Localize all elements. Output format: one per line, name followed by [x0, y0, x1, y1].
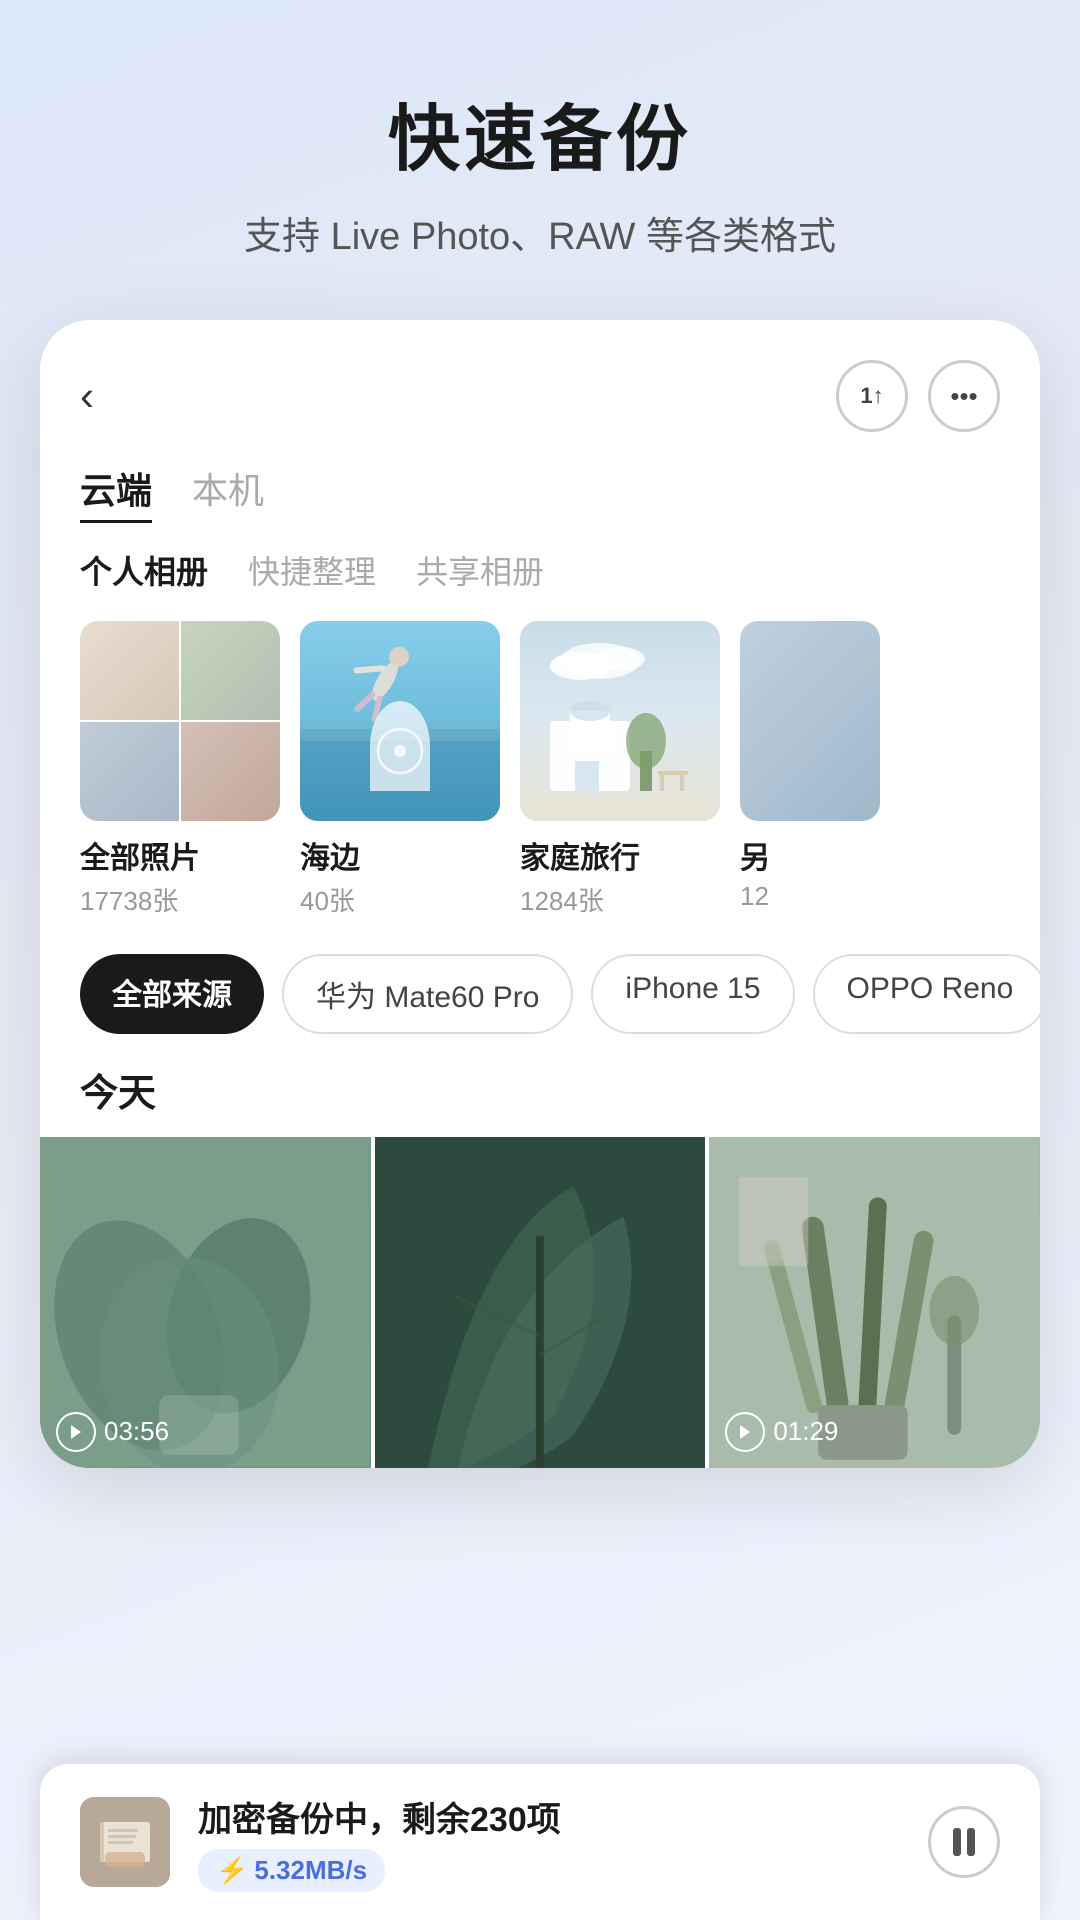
album-count-beach: 40张: [300, 881, 500, 918]
subtab-quick[interactable]: 快捷整理: [248, 547, 376, 593]
album-name-fourth: 另: [740, 833, 880, 877]
phone-card: ‹ 1↑ ••• 云端 本机 个人相册 快捷整理 共享相册: [40, 320, 1040, 1468]
albums-scroll: 全部照片 17738张: [40, 621, 1040, 934]
tab-cloud[interactable]: 云端: [80, 462, 152, 523]
grid-cell-4: [181, 722, 280, 821]
photo-svg-2: [375, 1137, 706, 1468]
chip-huawei[interactable]: 华为 Mate60 Pro: [282, 954, 573, 1034]
more-icon: •••: [950, 381, 977, 412]
chip-oppo[interactable]: OPPO Reno: [813, 954, 1040, 1034]
speed-value: 5.32MB/s: [254, 1855, 367, 1886]
header-section: 快速备份 支持 Live Photo、RAW 等各类格式: [0, 0, 1080, 300]
backup-title: 加密备份中，剩余230项: [198, 1792, 900, 1841]
video-duration-3: 01:29: [773, 1416, 838, 1447]
lightning-icon: ⚡: [216, 1855, 248, 1886]
play-icon-3: [738, 1424, 752, 1440]
album-travel[interactable]: 家庭旅行 1284张: [520, 621, 720, 918]
beach-svg: [300, 621, 500, 821]
album-beach[interactable]: 海边 40张: [300, 621, 500, 918]
main-tabs: 云端 本机: [40, 462, 1040, 547]
play-icon-1: [69, 1424, 83, 1440]
sort-button[interactable]: 1↑: [836, 360, 908, 432]
video-duration-1: 03:56: [104, 1416, 169, 1447]
play-button-3[interactable]: [725, 1412, 765, 1452]
photo-cell-2[interactable]: [375, 1137, 706, 1468]
pause-icon: [952, 1830, 976, 1854]
album-fourth-thumb: [740, 621, 880, 821]
tab-local[interactable]: 本机: [192, 462, 264, 523]
album-all-photos[interactable]: 全部照片 17738张: [80, 621, 280, 918]
backup-bar: 加密备份中，剩余230项 ⚡ 5.32MB/s: [40, 1764, 1040, 1920]
photo-grid: 03:56: [40, 1137, 1040, 1468]
album-count-all: 17738张: [80, 881, 280, 918]
subtab-personal[interactable]: 个人相册: [80, 547, 208, 593]
photo-bg-2: [375, 1137, 706, 1468]
grid-cell-1: [80, 621, 179, 720]
backup-speed: ⚡ 5.32MB/s: [198, 1849, 385, 1892]
backup-thumbnail: [80, 1797, 170, 1887]
video-badge-3: 01:29: [725, 1412, 838, 1452]
card-nav: ‹ 1↑ •••: [40, 360, 1040, 462]
album-beach-thumb: [300, 621, 500, 821]
album-all-thumb: [80, 621, 280, 821]
pause-button[interactable]: [928, 1806, 1000, 1878]
today-label: 今天: [40, 1062, 1040, 1137]
travel-svg: [520, 621, 720, 821]
album-count-fourth: 12: [740, 881, 880, 912]
backup-thumb-img: [80, 1797, 170, 1887]
photo-cell-3[interactable]: 01:29: [709, 1137, 1040, 1468]
album-name-all: 全部照片: [80, 833, 280, 877]
play-button-1[interactable]: [56, 1412, 96, 1452]
page-title: 快速备份: [60, 80, 1020, 185]
back-button[interactable]: ‹: [80, 375, 94, 417]
nav-right-icons: 1↑ •••: [836, 360, 1000, 432]
album-name-beach: 海边: [300, 833, 500, 877]
pause-bar-left: [953, 1828, 961, 1856]
video-badge-1: 03:56: [56, 1412, 169, 1452]
subtab-shared[interactable]: 共享相册: [416, 547, 544, 593]
album-count-travel: 1284张: [520, 881, 720, 918]
page-subtitle: 支持 Live Photo、RAW 等各类格式: [60, 205, 1020, 260]
photo-cell-1[interactable]: 03:56: [40, 1137, 371, 1468]
album-travel-thumb: [520, 621, 720, 821]
subtabs: 个人相册 快捷整理 共享相册: [40, 547, 1040, 621]
source-chips: 全部来源 华为 Mate60 Pro iPhone 15 OPPO Reno: [40, 934, 1040, 1062]
pause-bar-right: [967, 1828, 975, 1856]
album-name-travel: 家庭旅行: [520, 833, 720, 877]
sort-icon: 1↑: [860, 383, 883, 409]
chip-all[interactable]: 全部来源: [80, 954, 264, 1034]
album-fourth[interactable]: 另 12: [740, 621, 880, 918]
more-button[interactable]: •••: [928, 360, 1000, 432]
chip-iphone[interactable]: iPhone 15: [591, 954, 794, 1034]
grid-cell-3: [80, 722, 179, 821]
grid-cell-2: [181, 621, 280, 720]
backup-info: 加密备份中，剩余230项 ⚡ 5.32MB/s: [198, 1792, 900, 1892]
